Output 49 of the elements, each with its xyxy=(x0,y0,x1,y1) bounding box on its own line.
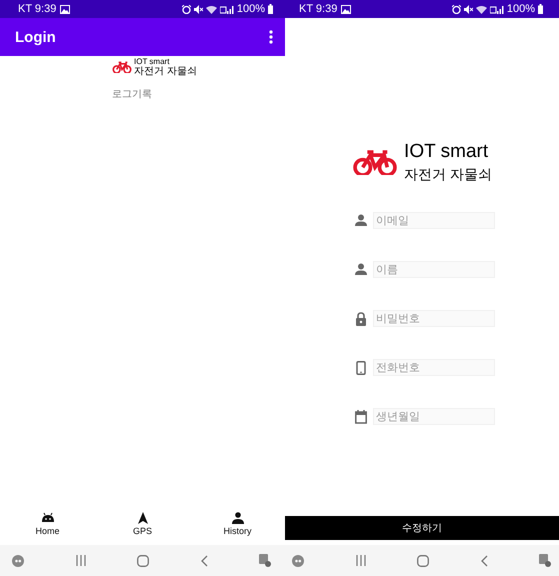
logo-title: IOT smart xyxy=(134,57,170,66)
battery-level: 100% xyxy=(236,3,265,15)
back-icon[interactable] xyxy=(480,554,488,566)
wifi-icon xyxy=(206,4,217,14)
logo-title: IOT smart xyxy=(404,140,490,164)
calendar-icon xyxy=(355,410,367,424)
input-field[interactable]: 이메일 xyxy=(373,212,495,229)
status-time: KT 9:39 xyxy=(18,3,56,15)
logo-subtitle: 자전거 자물쇠 xyxy=(404,165,492,184)
android-icon xyxy=(40,512,54,524)
log-history-link[interactable]: 로그기록 xyxy=(112,87,152,101)
input-field[interactable]: 전화번호 xyxy=(373,359,495,376)
signal-icon xyxy=(490,4,504,14)
screenshot-icon[interactable] xyxy=(539,554,551,567)
home-icon[interactable] xyxy=(417,554,429,566)
input-field[interactable]: 생년월일 xyxy=(373,408,495,425)
overflow-menu-icon[interactable] xyxy=(269,30,273,44)
app-title: Login xyxy=(15,28,56,46)
mute-icon xyxy=(464,4,473,14)
game-icon[interactable] xyxy=(292,554,304,566)
logo-subtitle: 자전거 자물쇠 xyxy=(134,66,197,77)
image-icon xyxy=(341,4,352,14)
recents-icon[interactable] xyxy=(76,555,86,566)
status-time: KT 9:39 xyxy=(299,3,338,15)
input-field[interactable]: 비밀번호 xyxy=(373,310,495,327)
person-icon xyxy=(355,262,367,276)
alarm-icon xyxy=(182,4,191,14)
battery-icon xyxy=(538,4,543,14)
mute-icon xyxy=(194,4,203,14)
lock-icon xyxy=(355,312,367,326)
wifi-icon xyxy=(476,4,487,14)
edit-button[interactable]: 수정하기 xyxy=(285,516,559,540)
bicycle-icon xyxy=(112,61,132,73)
home-icon[interactable] xyxy=(137,554,149,566)
signal-icon xyxy=(220,4,234,14)
input-field[interactable]: 이름 xyxy=(373,261,495,278)
game-icon[interactable] xyxy=(12,554,24,566)
navigation-arrow-icon xyxy=(136,512,150,524)
alarm-icon xyxy=(452,4,461,14)
battery-level: 100% xyxy=(506,3,535,15)
screenshot-icon[interactable] xyxy=(259,554,271,567)
phone-icon xyxy=(355,360,367,374)
person-icon xyxy=(355,214,367,228)
image-icon xyxy=(60,4,70,14)
bicycle-icon xyxy=(352,149,398,175)
battery-icon xyxy=(268,4,273,14)
back-icon[interactable] xyxy=(200,554,208,566)
recents-icon[interactable] xyxy=(356,555,366,566)
person-icon xyxy=(230,512,244,524)
